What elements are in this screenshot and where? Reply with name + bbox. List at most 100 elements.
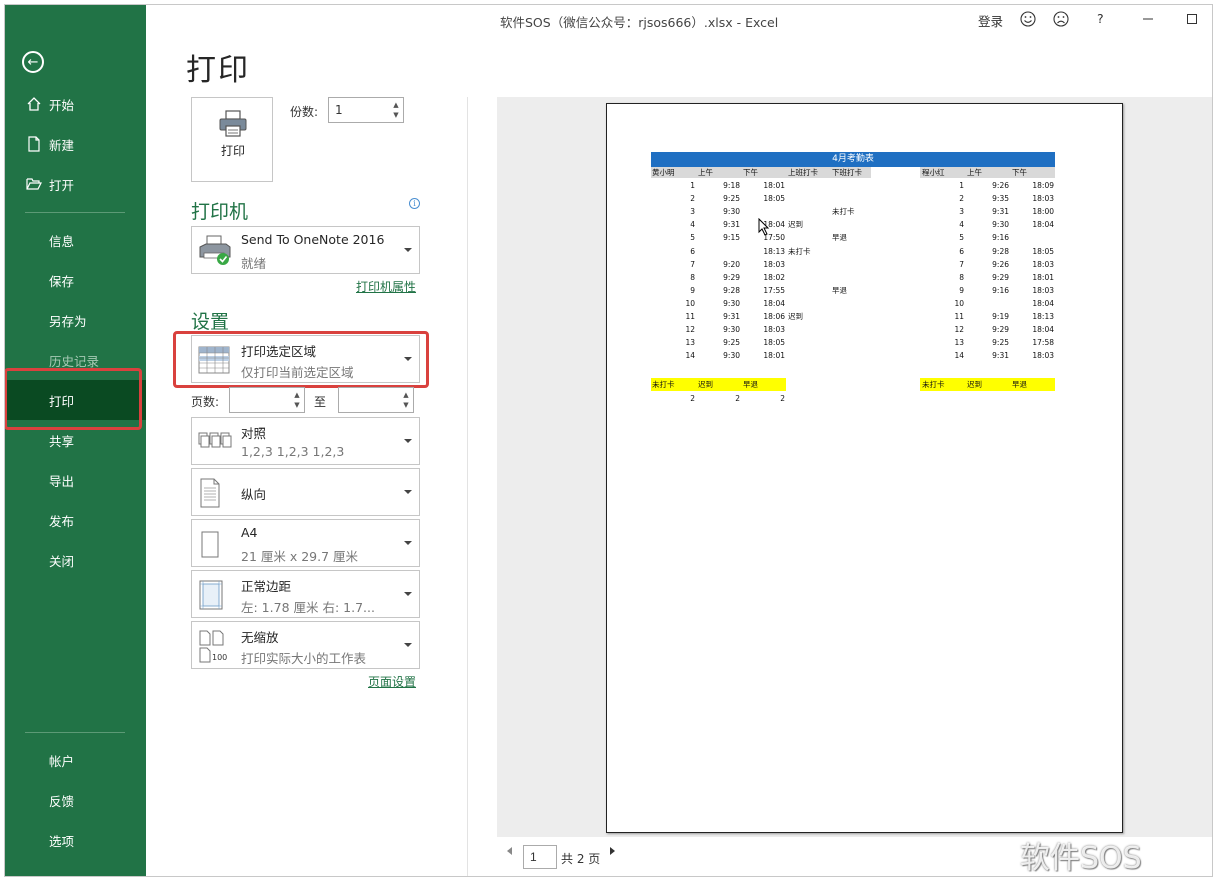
sheet-cell: 18:09 [1032, 181, 1054, 190]
chevron-down-icon [404, 643, 412, 647]
sheet-cell: 18:01 [763, 181, 785, 190]
sidebar-item-label: 帐户 [49, 753, 75, 769]
sheet-cell: 上班打卡 [788, 168, 818, 177]
minimize-icon[interactable] [1138, 9, 1158, 29]
new-doc-icon [25, 135, 43, 153]
sheet-cell: 迟到 [788, 220, 803, 230]
page-setup-link[interactable]: 页面设置 [368, 673, 416, 690]
back-arrow-icon[interactable]: ← [22, 51, 44, 73]
sheet-cell: 14 [954, 351, 964, 361]
pages-label: 页数: [191, 395, 220, 409]
sheet-cell: 18:01 [1032, 272, 1054, 282]
sheet-cell: 9:35 [992, 194, 1009, 204]
scaling-select[interactable]: 100 无缩放 打印实际大小的工作表 [191, 621, 420, 669]
spin-up-icon[interactable]: ▲ [402, 391, 410, 399]
sheet-cell: 9:26 [992, 181, 1009, 190]
excel-window: ← 开始 新建 打开 信息 保存 另存为 历史记录 打印 共享 导出 发布 关闭… [4, 4, 1213, 877]
help-button[interactable]: ? [1097, 11, 1104, 26]
sheet-cell: 早退 [832, 233, 847, 243]
sheet-cell: 12 [954, 325, 964, 335]
sheet-cell: 18:06 [763, 312, 785, 321]
sidebar-item-options[interactable]: 选项 [5, 820, 146, 860]
sheet-cell: 迟到 [788, 312, 803, 321]
sidebar-item-label: 导出 [49, 473, 75, 489]
no-scaling-icon: 100 [198, 629, 230, 666]
pages-to-stepper[interactable]: ▲ ▼ [338, 387, 414, 413]
margins-icon [198, 580, 224, 613]
sidebar-item-feedback[interactable]: 反馈 [5, 780, 146, 820]
svg-text:100: 100 [212, 653, 227, 662]
spin-up-icon[interactable]: ▲ [392, 101, 400, 109]
sheet-cell: 11 [685, 312, 695, 321]
backstage-sidebar: ← 开始 新建 打开 信息 保存 另存为 历史记录 打印 共享 导出 发布 关闭… [5, 5, 146, 876]
sheet-cell: 7 [690, 259, 695, 269]
spin-down-icon[interactable]: ▼ [392, 111, 400, 119]
sheet-title: 4月考勤表 [651, 152, 1055, 167]
sidebar-item-label: 历史记录 [49, 353, 100, 369]
printer-select[interactable]: Send To OneNote 2016 就绪 [191, 226, 420, 274]
sidebar-item-label: 共享 [49, 433, 75, 449]
collate-select[interactable]: 对照 1,2,3 1,2,3 1,2,3 [191, 417, 420, 465]
sidebar-item-publish[interactable]: 发布 [5, 500, 146, 540]
spin-down-icon[interactable]: ▼ [293, 401, 301, 409]
sheet-cell: 18:04 [1032, 298, 1054, 308]
sheet-cell: 下午 [1012, 168, 1027, 177]
sidebar-item-home[interactable]: 开始 [5, 84, 146, 124]
sheet-cell: 下班打卡 [832, 168, 862, 177]
sheet-cell: 1 [959, 181, 964, 190]
frown-icon[interactable] [1051, 9, 1071, 29]
sidebar-item-info[interactable]: 信息 [5, 220, 146, 260]
sidebar-item-save-as[interactable]: 另存为 [5, 300, 146, 340]
sheet-cell: 2 [735, 394, 740, 403]
settings-heading: 设置 [191, 311, 230, 333]
sheet-cell: 9:25 [992, 338, 1009, 348]
paper-size-select[interactable]: A4 21 厘米 x 29.7 厘米 [191, 519, 420, 567]
sheet-cell: 9:31 [723, 312, 740, 321]
printer-heading: 打印机 [191, 201, 249, 223]
chevron-down-icon [404, 592, 412, 596]
smile-icon[interactable] [1018, 9, 1038, 29]
copies-stepper[interactable]: 1 ▲ ▼ [328, 97, 404, 123]
maximize-icon[interactable] [1182, 9, 1202, 29]
sheet-cell: 18:02 [763, 272, 785, 282]
sheet-cell: 11 [954, 312, 964, 321]
sheet-cell: 5 [959, 233, 964, 243]
sheet-cell: 18:03 [1032, 259, 1054, 269]
page-number-input[interactable] [523, 845, 557, 869]
panel-divider [467, 97, 468, 876]
sheet-cell: 3 [959, 207, 964, 217]
sidebar-item-new[interactable]: 新建 [5, 124, 146, 164]
printer-properties-link[interactable]: 打印机属性 [356, 278, 416, 295]
sidebar-item-close[interactable]: 关闭 [5, 540, 146, 580]
sheet-cell: 1 [690, 181, 695, 190]
print-button[interactable]: 打印 [191, 97, 273, 182]
sheet-cell: 8 [959, 272, 964, 282]
chevron-down-icon [404, 490, 412, 494]
orientation-select[interactable]: 纵向 [191, 468, 420, 516]
printer-icon [218, 110, 248, 141]
chevron-down-icon [404, 248, 412, 252]
info-icon[interactable]: i [409, 198, 420, 209]
signin-link[interactable]: 登录 [978, 11, 1003, 30]
highlight-box-print [5, 368, 142, 430]
sheet-cell: 9:31 [992, 207, 1009, 217]
collate-title: 对照 [241, 426, 267, 441]
sheet-cell: 18:05 [1032, 246, 1054, 256]
sheet-cell: 7 [959, 259, 964, 269]
sheet-cell: 4 [959, 220, 964, 230]
sidebar-item-save[interactable]: 保存 [5, 260, 146, 300]
sidebar-item-account[interactable]: 帐户 [5, 740, 146, 780]
spin-up-icon[interactable]: ▲ [293, 391, 301, 399]
margins-select[interactable]: 正常边距 左: 1.78 厘米 右: 1.7... [191, 570, 420, 618]
sidebar-item-open[interactable]: 打开 [5, 164, 146, 204]
sheet-cell: 未打卡 [652, 380, 675, 389]
sheet-cell: 18:03 [763, 325, 785, 335]
sheet-cell: 9:20 [723, 259, 740, 269]
chevron-down-icon [404, 541, 412, 545]
spin-down-icon[interactable]: ▼ [402, 401, 410, 409]
pages-from-stepper[interactable]: ▲ ▼ [229, 387, 305, 413]
sheet-cell: 早退 [1012, 380, 1027, 389]
sheet-cell: 12 [685, 325, 695, 335]
sidebar-item-export[interactable]: 导出 [5, 460, 146, 500]
sheet-cell: 9:30 [723, 298, 740, 308]
